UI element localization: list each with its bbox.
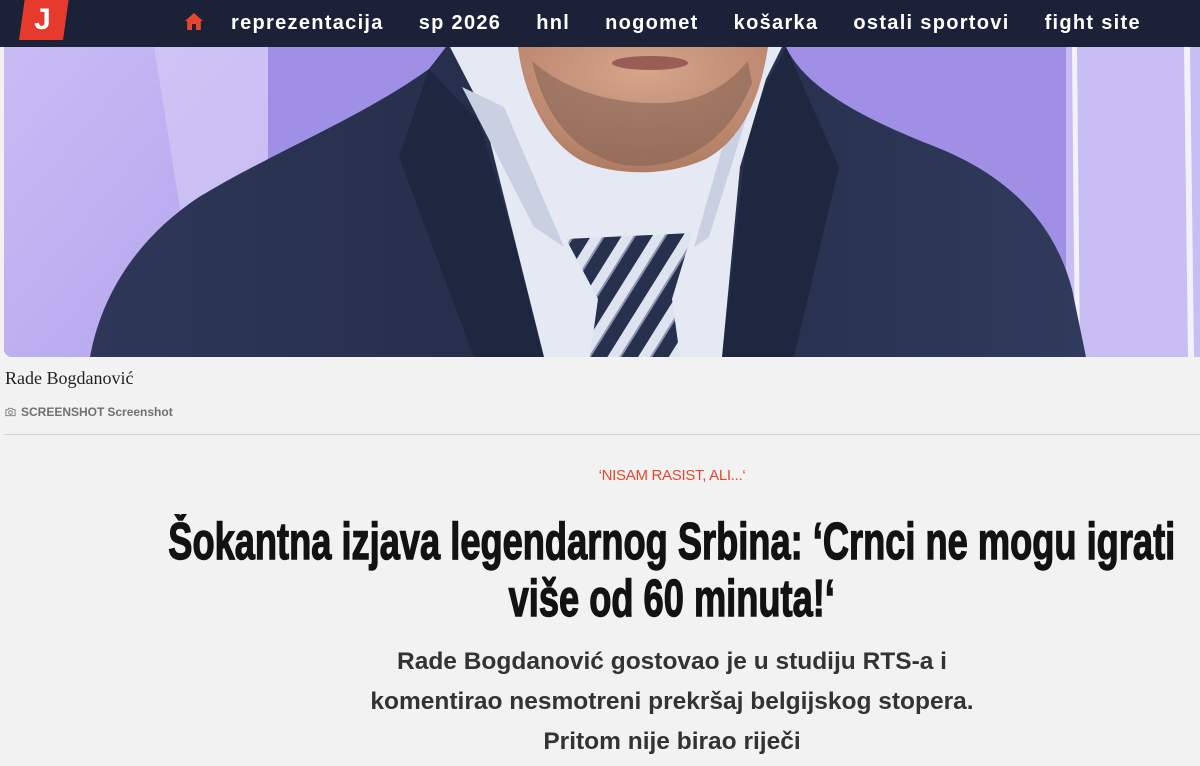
logo-letter: J [34,3,51,36]
image-credit: SCREENSHOT Screenshot [5,404,173,420]
section-divider [4,434,1200,435]
credit-type: Screenshot [107,405,173,419]
nav-item-ostali-sportovi[interactable]: ostali sportovi [853,0,1009,47]
article-page: J reprezentacija sp 2026 hnl nogomet koš… [0,0,1200,766]
headline-container: Šokantna izjava legendarnog Srbina: ‘Crn… [149,514,1195,628]
article-kicker: ‘NISAM RASIST, ALI...‘ [598,467,746,484]
article-hero-image [4,47,1200,357]
hero-photo [4,47,1200,357]
nav-item-nogomet[interactable]: nogomet [605,0,699,47]
camera-icon [5,407,16,417]
article-headline: Šokantna izjava legendarnog Srbina: ‘Crn… [168,514,1176,628]
site-logo[interactable]: J [19,0,69,40]
nav-item-reprezentacija[interactable]: reprezentacija [231,0,384,47]
credit-source: SCREENSHOT [21,405,105,419]
home-icon [185,13,203,30]
credit-text: SCREENSHOT Screenshot [21,404,173,420]
article-lead: Rade Bogdanović gostovao je u studiju RT… [370,648,974,755]
image-caption: Rade Bogdanović [5,368,134,388]
nav-item-kosarka[interactable]: košarka [734,0,819,47]
top-navigation-bar: J reprezentacija sp 2026 hnl nogomet koš… [0,0,1200,47]
nav-item-sp-2026[interactable]: sp 2026 [419,0,502,47]
nav-item-fight-site[interactable]: fight site [1045,0,1141,47]
main-nav: reprezentacija sp 2026 hnl nogomet košar… [231,0,1141,47]
home-link[interactable] [185,13,203,30]
nav-item-hnl[interactable]: hnl [536,0,570,47]
